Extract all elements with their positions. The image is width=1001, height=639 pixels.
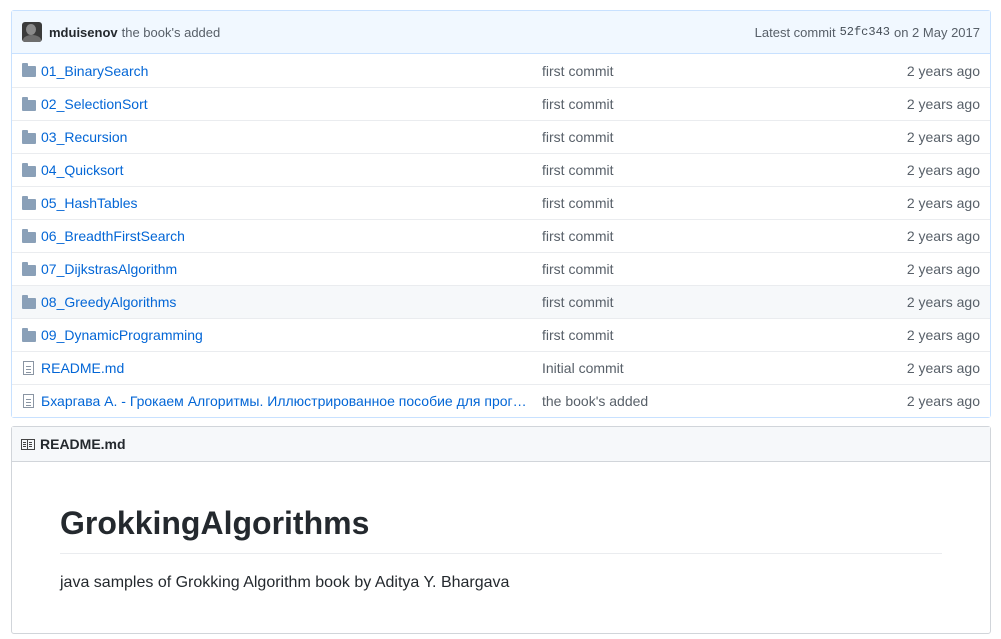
file-name-link[interactable]: 09_DynamicProgramming <box>41 327 542 343</box>
commit-age: 2 years ago <box>906 195 980 211</box>
file-row: README.md Initial commit 2 years ago <box>12 351 990 384</box>
file-row: 09_DynamicProgramming first commit 2 yea… <box>12 318 990 351</box>
file-rows: 01_BinarySearch first commit 2 years ago… <box>12 54 990 417</box>
commit-age: 2 years ago <box>906 96 980 112</box>
file-name-link[interactable]: 04_Quicksort <box>41 162 542 178</box>
file-row: 04_Quicksort first commit 2 years ago <box>12 153 990 186</box>
folder-icon <box>22 294 36 309</box>
file-row: 08_GreedyAlgorithms first commit 2 years… <box>12 285 990 318</box>
file-list: mduisenov the book's added Latest commit… <box>11 10 991 418</box>
commit-message-link[interactable]: Initial commit <box>542 360 907 376</box>
file-name-link[interactable]: 05_HashTables <box>41 195 542 211</box>
commit-message-link[interactable]: the book's added <box>542 393 907 409</box>
file-icon <box>23 394 34 408</box>
file-name-link[interactable]: README.md <box>41 360 542 376</box>
folder-icon <box>22 96 36 111</box>
commit-age: 2 years ago <box>906 62 980 79</box>
commit-message-link[interactable]: first commit <box>542 261 907 277</box>
folder-icon <box>22 129 36 144</box>
file-row: 06_BreadthFirstSearch first commit 2 yea… <box>12 219 990 252</box>
file-row: 07_DijkstrasAlgorithm first commit 2 yea… <box>12 252 990 285</box>
file-name-link[interactable]: 08_GreedyAlgorithms <box>41 294 542 310</box>
commit-message-link[interactable]: first commit <box>542 228 907 244</box>
readme-header-label: README.md <box>40 436 126 452</box>
avatar[interactable] <box>22 22 42 42</box>
commit-message-link[interactable]: first commit <box>542 294 907 310</box>
file-name-link[interactable]: Бхаргава А. - Грокаем Алгоритмы. Иллюстр… <box>41 393 542 409</box>
file-row: 03_Recursion first commit 2 years ago <box>12 120 990 153</box>
folder-icon <box>22 63 36 77</box>
readme-body: GrokkingAlgorithms java samples of Grokk… <box>12 462 990 592</box>
latest-commit: Latest commit 52fc343 on 2 May 2017 <box>755 25 980 40</box>
file-row: Бхаргава А. - Грокаем Алгоритмы. Иллюстр… <box>12 384 990 417</box>
folder-icon <box>22 162 36 177</box>
book-icon <box>21 438 35 450</box>
commit-author-link[interactable]: mduisenov <box>49 25 118 40</box>
readme-header: README.md <box>12 427 990 462</box>
readme-title: GrokkingAlgorithms <box>60 505 942 555</box>
commit-sha-link[interactable]: 52fc343 <box>840 25 890 39</box>
folder-icon <box>22 228 36 243</box>
commit-date: on 2 May 2017 <box>893 24 980 40</box>
file-row: 05_HashTables first commit 2 years ago <box>12 186 990 219</box>
file-row: 02_SelectionSort first commit 2 years ag… <box>12 87 990 120</box>
commit-message-link[interactable]: first commit <box>542 129 907 145</box>
readme-box: README.md GrokkingAlgorithms java sample… <box>11 426 991 634</box>
commit-message-link[interactable]: first commit <box>542 96 907 112</box>
commit-message-link[interactable]: the book's added <box>122 25 221 40</box>
commit-tease: mduisenov the book's added Latest commit… <box>12 11 990 54</box>
file-name-link[interactable]: 01_BinarySearch <box>41 63 542 79</box>
file-name-link[interactable]: 02_SelectionSort <box>41 96 542 112</box>
file-icon <box>23 361 34 375</box>
commit-message-link[interactable]: first commit <box>542 327 907 343</box>
file-name-link[interactable]: 07_DijkstrasAlgorithm <box>41 261 542 277</box>
commit-message-link[interactable]: first commit <box>542 162 907 178</box>
commit-age: 2 years ago <box>906 129 980 145</box>
folder-icon <box>22 261 36 276</box>
commit-age: 2 years ago <box>906 261 980 277</box>
commit-age: 2 years ago <box>906 228 980 244</box>
latest-commit-label: Latest commit <box>754 24 836 40</box>
commit-age: 2 years ago <box>906 294 980 310</box>
file-name-link[interactable]: 06_BreadthFirstSearch <box>41 228 542 244</box>
commit-age: 2 years ago <box>906 360 980 376</box>
file-name-link[interactable]: 03_Recursion <box>41 129 542 145</box>
commit-age: 2 years ago <box>906 327 980 343</box>
folder-icon <box>22 327 36 342</box>
commit-message-link[interactable]: first commit <box>542 63 907 79</box>
commit-message-link[interactable]: first commit <box>542 195 907 211</box>
folder-icon <box>22 195 36 210</box>
file-row: 01_BinarySearch first commit 2 years ago <box>12 54 990 87</box>
commit-age: 2 years ago <box>906 162 980 178</box>
readme-description: java samples of Grokking Algorithm book … <box>60 574 510 592</box>
commit-age: 2 years ago <box>906 393 980 409</box>
